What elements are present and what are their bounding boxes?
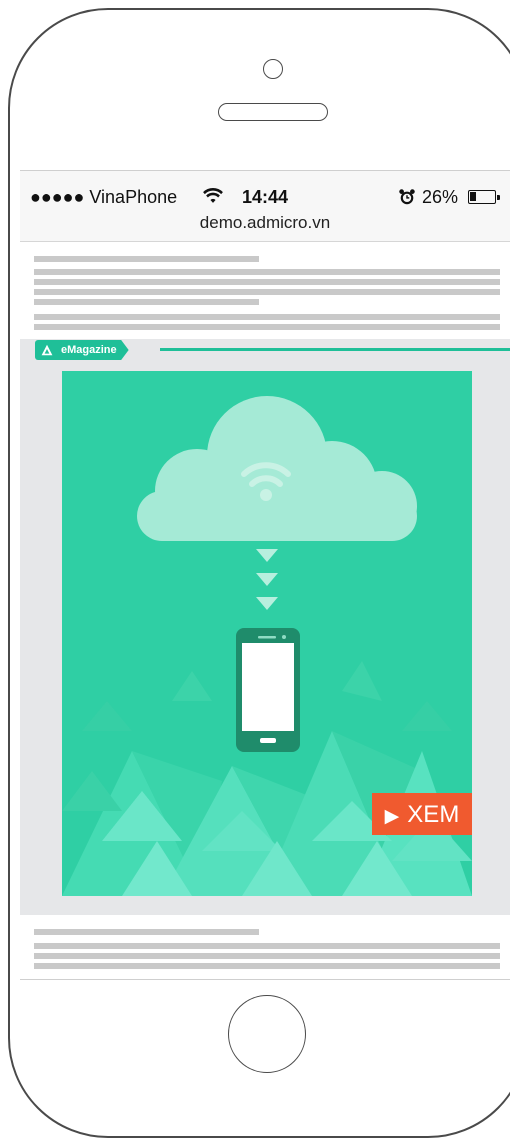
phone-screen: ●●●●● VinaPhone 14:44 26% demo.admicro.v… [20, 170, 510, 980]
emagazine-ad-section: eMagazine ▶ XEM [20, 339, 510, 915]
status-bar: ●●●●● VinaPhone 14:44 26% demo.admicro.v… [20, 171, 510, 242]
text-placeholder-line [34, 324, 500, 330]
text-placeholder-line [34, 256, 259, 262]
ad-banner[interactable]: ▶ XEM [62, 371, 472, 896]
play-icon: ▶ [384, 806, 400, 827]
carrier-label: ●●●●● VinaPhone [30, 187, 178, 207]
wifi-icon [203, 187, 223, 203]
smartphone-icon [236, 628, 300, 752]
arrow-down-icon [256, 549, 278, 610]
alarm-clock-icon [399, 189, 415, 205]
text-placeholder-line [34, 929, 259, 935]
text-placeholder-line [34, 279, 500, 285]
emagazine-tag: eMagazine [35, 340, 129, 360]
text-placeholder-line [34, 943, 500, 949]
status-time: 14:44 [242, 187, 289, 207]
battery-icon [468, 190, 496, 204]
xem-button-label: XEM [407, 801, 460, 828]
text-placeholder-line [34, 269, 500, 275]
address-bar-url[interactable]: demo.admicro.vn [20, 213, 510, 233]
emagazine-logo-icon [41, 344, 53, 356]
tag-divider-line [160, 348, 510, 351]
front-camera [263, 59, 283, 79]
text-placeholder-line [34, 314, 500, 320]
battery-percent: 26% [422, 187, 459, 207]
home-button[interactable] [228, 995, 306, 1073]
battery-nub [497, 195, 500, 200]
text-placeholder-line [34, 289, 500, 295]
text-placeholder-line [34, 299, 259, 305]
emagazine-tag-label: eMagazine [61, 344, 117, 356]
xem-button[interactable]: ▶ XEM [372, 793, 472, 835]
earpiece-speaker [218, 103, 328, 121]
text-placeholder-line [34, 953, 500, 959]
text-placeholder-line [34, 963, 500, 969]
